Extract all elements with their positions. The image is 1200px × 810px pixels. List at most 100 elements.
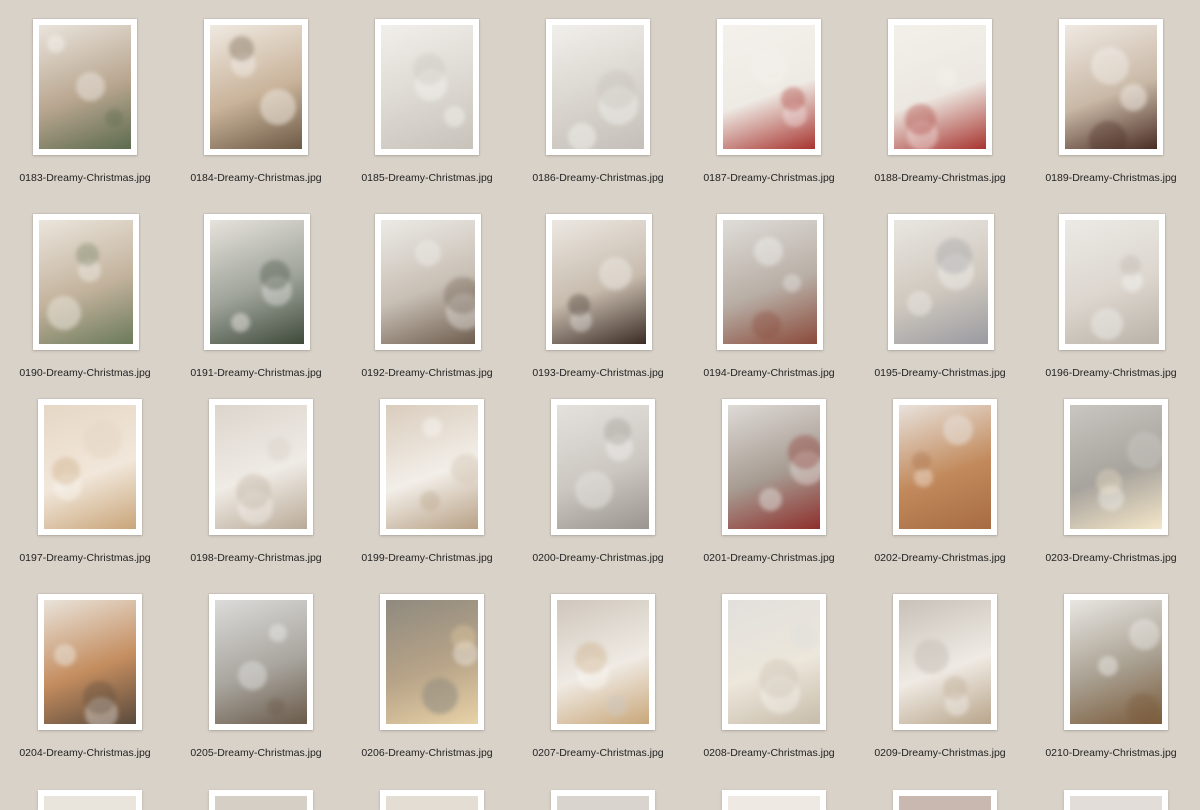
file-thumbnail-partial[interactable] [38, 790, 142, 810]
thumbnail-image [44, 796, 136, 810]
file-item[interactable]: 0207-Dreamy-Christmas.jpg [513, 594, 683, 779]
file-item[interactable]: 0204-Dreamy-Christmas.jpg [0, 594, 170, 779]
thumbnail-image [1065, 25, 1157, 149]
file-thumbnail[interactable] [551, 594, 655, 730]
file-name-label: 0186-Dreamy-Christmas.jpg [532, 172, 664, 184]
thumbnail-image [899, 600, 991, 724]
file-thumbnail[interactable] [888, 214, 994, 350]
file-thumbnail[interactable] [893, 594, 997, 730]
thumbnail-detail [568, 294, 590, 316]
file-thumbnail[interactable] [717, 19, 821, 155]
file-thumbnail[interactable] [33, 19, 137, 155]
file-item[interactable]: 0209-Dreamy-Christmas.jpg [855, 594, 1025, 779]
file-item[interactable]: 0185-Dreamy-Christmas.jpg [342, 19, 512, 204]
file-item[interactable]: 0189-Dreamy-Christmas.jpg [1026, 19, 1196, 204]
file-thumbnail[interactable] [204, 214, 310, 350]
file-item[interactable]: 0205-Dreamy-Christmas.jpg [171, 594, 341, 779]
file-item[interactable]: 0187-Dreamy-Christmas.jpg [684, 19, 854, 204]
file-item[interactable]: 0202-Dreamy-Christmas.jpg [855, 399, 1025, 584]
file-thumbnail[interactable] [209, 399, 313, 535]
file-thumbnail-partial[interactable] [1064, 790, 1168, 810]
file-thumbnail-partial[interactable] [893, 790, 997, 810]
file-item[interactable]: 0206-Dreamy-Christmas.jpg [342, 594, 512, 779]
file-item[interactable]: 0199-Dreamy-Christmas.jpg [342, 399, 512, 584]
file-thumbnail[interactable] [1064, 399, 1168, 535]
file-thumbnail[interactable] [551, 399, 655, 535]
thumbnail-detail [604, 418, 631, 445]
file-item[interactable]: 0184-Dreamy-Christmas.jpg [171, 19, 341, 204]
file-item[interactable]: 0208-Dreamy-Christmas.jpg [684, 594, 854, 779]
file-item[interactable]: 0188-Dreamy-Christmas.jpg [855, 19, 1025, 204]
thumbnail-image [723, 220, 817, 344]
file-thumbnail[interactable] [546, 214, 652, 350]
file-thumbnail[interactable] [888, 19, 992, 155]
file-thumbnail[interactable] [33, 214, 139, 350]
file-name-label: 0188-Dreamy-Christmas.jpg [874, 172, 1006, 184]
file-name-label: 0184-Dreamy-Christmas.jpg [190, 172, 322, 184]
file-thumbnail[interactable] [893, 399, 997, 535]
file-name-label: 0204-Dreamy-Christmas.jpg [19, 747, 151, 759]
thumbnail-detail [606, 695, 627, 716]
thumbnail-detail [754, 237, 783, 266]
file-item[interactable]: 0192-Dreamy-Christmas.jpg [342, 214, 512, 399]
file-name-label: 0194-Dreamy-Christmas.jpg [703, 367, 835, 379]
file-thumbnail[interactable] [722, 399, 826, 535]
file-thumbnail[interactable] [375, 19, 479, 155]
file-name-label: 0185-Dreamy-Christmas.jpg [361, 172, 493, 184]
file-thumbnail[interactable] [38, 399, 142, 535]
file-item[interactable]: 0186-Dreamy-Christmas.jpg [513, 19, 683, 204]
file-item[interactable]: 0195-Dreamy-Christmas.jpg [855, 214, 1025, 399]
file-thumbnail[interactable] [722, 594, 826, 730]
file-thumbnail-partial[interactable] [551, 790, 655, 810]
thumbnail-detail [47, 296, 81, 330]
file-thumbnail[interactable] [375, 214, 481, 350]
file-item[interactable]: 0191-Dreamy-Christmas.jpg [171, 214, 341, 399]
file-thumbnail[interactable] [380, 399, 484, 535]
file-name-label: 0201-Dreamy-Christmas.jpg [703, 552, 835, 564]
file-thumbnail[interactable] [1059, 214, 1165, 350]
thumbnail-image [386, 796, 478, 810]
thumbnail-image [210, 220, 304, 344]
file-thumbnail-partial[interactable] [209, 790, 313, 810]
file-thumbnail[interactable] [1059, 19, 1163, 155]
thumbnail-detail [1091, 308, 1123, 340]
file-thumbnail[interactable] [717, 214, 823, 350]
file-thumbnail[interactable] [1064, 594, 1168, 730]
file-name-label: 0196-Dreamy-Christmas.jpg [1045, 367, 1177, 379]
thumbnail-detail [936, 67, 956, 87]
file-thumbnail-partial[interactable] [380, 790, 484, 810]
thumbnail-image [1070, 600, 1162, 724]
file-thumbnail-partial[interactable] [722, 790, 826, 810]
file-thumbnail[interactable] [380, 594, 484, 730]
thumbnail-image [723, 25, 815, 149]
file-thumbnail[interactable] [38, 594, 142, 730]
file-name-label: 0192-Dreamy-Christmas.jpg [361, 367, 493, 379]
thumbnail-detail [1096, 469, 1122, 495]
thumbnail-detail [1120, 255, 1141, 276]
thumbnail-detail [914, 639, 949, 674]
file-item[interactable]: 0197-Dreamy-Christmas.jpg [0, 399, 170, 584]
thumbnail-image [44, 600, 136, 724]
file-name-label: 0207-Dreamy-Christmas.jpg [532, 747, 664, 759]
file-item[interactable]: 0203-Dreamy-Christmas.jpg [1026, 399, 1196, 584]
thumbnail-image [894, 220, 988, 344]
file-item[interactable]: 0201-Dreamy-Christmas.jpg [684, 399, 854, 584]
file-item[interactable]: 0200-Dreamy-Christmas.jpg [513, 399, 683, 584]
thumbnail-detail [575, 642, 607, 674]
thumbnail-detail [422, 417, 442, 437]
file-thumbnail[interactable] [209, 594, 313, 730]
file-item[interactable]: 0196-Dreamy-Christmas.jpg [1026, 214, 1196, 399]
file-thumbnail[interactable] [204, 19, 308, 155]
file-item[interactable]: 0194-Dreamy-Christmas.jpg [684, 214, 854, 399]
thumbnail-image [386, 405, 478, 529]
file-name-label: 0198-Dreamy-Christmas.jpg [190, 552, 322, 564]
file-item[interactable]: 0210-Dreamy-Christmas.jpg [1026, 594, 1196, 779]
file-item[interactable]: 0198-Dreamy-Christmas.jpg [171, 399, 341, 584]
file-item[interactable]: 0190-Dreamy-Christmas.jpg [0, 214, 170, 399]
thumbnail-image [1065, 220, 1159, 344]
file-item[interactable]: 0183-Dreamy-Christmas.jpg [0, 19, 170, 204]
file-thumbnail[interactable] [546, 19, 650, 155]
thumbnail-image [1070, 405, 1162, 529]
file-item[interactable]: 0193-Dreamy-Christmas.jpg [513, 214, 683, 399]
thumbnail-detail [1127, 432, 1162, 469]
